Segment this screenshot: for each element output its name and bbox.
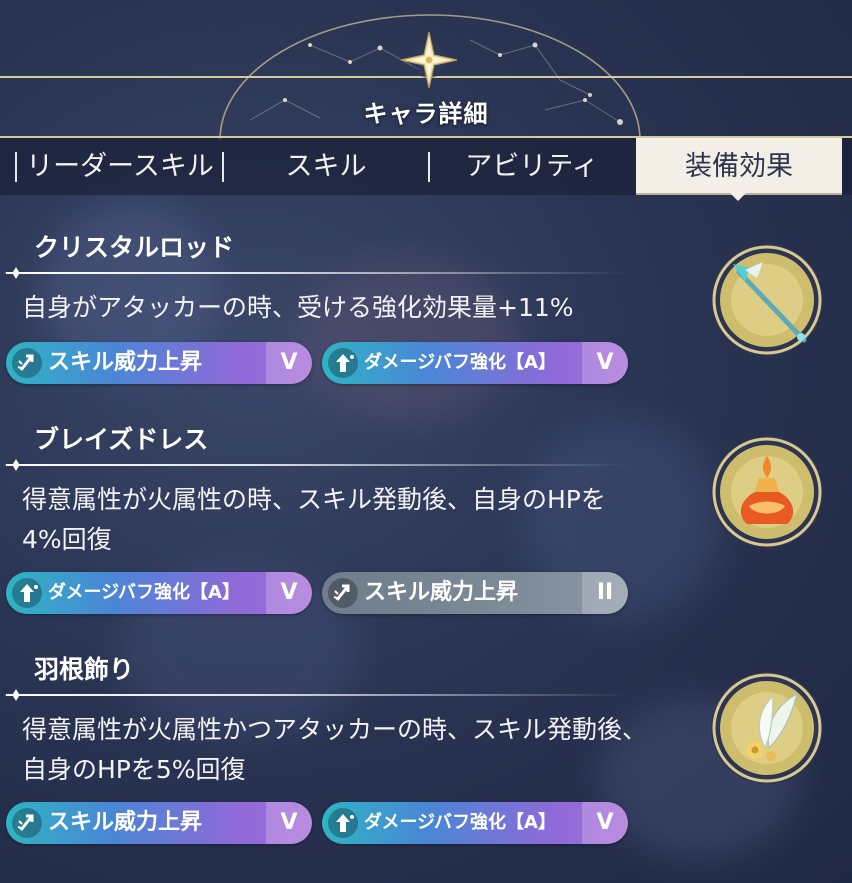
skill-power-icon xyxy=(12,348,42,378)
equipment-entry: クリスタルロッド 自身がアタッカーの時、受ける強化効果量+11% スキル威力上昇… xyxy=(0,228,852,388)
feather-ornament-icon[interactable] xyxy=(709,670,825,786)
tag-level: V xyxy=(266,802,312,844)
tag-chip-damage-buff[interactable]: ダメージバフ強化【A】 V xyxy=(6,572,312,614)
tab-bar: リーダースキル スキル アビリティ 装備効果 xyxy=(0,138,852,195)
equipment-description: 得意属性が火属性かつアタッカーの時、スキル発動後、 自身のHPを5%回復 xyxy=(22,715,648,784)
equipment-entry: 羽根飾り 得意属性が火属性かつアタッカーの時、スキル発動後、 自身のHPを5%回… xyxy=(0,650,852,850)
divider xyxy=(6,272,628,274)
tag-level: V xyxy=(266,572,312,614)
tag-chip-damage-buff[interactable]: ダメージバフ強化【A】 V xyxy=(322,342,628,384)
tag-label: ダメージバフ強化【A】 xyxy=(364,812,556,833)
damage-buff-icon xyxy=(328,348,358,378)
damage-buff-icon xyxy=(12,578,42,608)
tag-label: スキル威力上昇 xyxy=(48,810,203,835)
tab-equipment-effects[interactable]: 装備効果 xyxy=(636,138,842,195)
active-tab-pointer xyxy=(730,193,746,201)
tag-label: ダメージバフ強化【A】 xyxy=(364,352,556,373)
tag-chip-skill-power[interactable]: スキル威力上昇 II xyxy=(322,572,628,614)
tab-leader-skill[interactable]: リーダースキル xyxy=(18,138,222,195)
tag-level: V xyxy=(582,342,628,384)
crystal-rod-icon[interactable] xyxy=(709,242,825,358)
divider xyxy=(6,694,628,696)
tab-separator xyxy=(15,152,17,182)
skill-power-icon xyxy=(12,808,42,838)
tag-level: V xyxy=(582,802,628,844)
tag-label: ダメージバフ強化【A】 xyxy=(48,582,240,603)
tag-chip-damage-buff[interactable]: ダメージバフ強化【A】 V xyxy=(322,802,628,844)
equipment-name: 羽根飾り xyxy=(34,655,135,684)
tab-ability[interactable]: アビリティ xyxy=(430,138,634,195)
blaze-dress-icon[interactable] xyxy=(709,434,825,550)
tag-label: スキル威力上昇 xyxy=(48,350,203,375)
skill-power-icon xyxy=(328,578,358,608)
equipment-description: 得意属性が火属性の時、スキル発動後、自身のHPを 4%回復 xyxy=(22,485,606,554)
tag-level: V xyxy=(266,342,312,384)
equipment-name: クリスタルロッド xyxy=(34,233,235,262)
equipment-entry: ブレイズドレス 得意属性が火属性の時、スキル発動後、自身のHPを 4%回復 ダメ… xyxy=(0,420,852,620)
tag-chip-skill-power[interactable]: スキル威力上昇 V xyxy=(6,342,312,384)
equipment-description: 自身がアタッカーの時、受ける強化効果量+11% xyxy=(22,293,574,322)
equipment-name: ブレイズドレス xyxy=(34,425,209,454)
tab-skill[interactable]: スキル xyxy=(224,138,428,195)
compass-star-icon xyxy=(400,31,458,89)
page-title: キャラ詳細 xyxy=(363,100,489,128)
tag-chip-skill-power[interactable]: スキル威力上昇 V xyxy=(6,802,312,844)
damage-buff-icon xyxy=(328,808,358,838)
tag-label: スキル威力上昇 xyxy=(364,580,519,605)
divider xyxy=(6,464,628,466)
tag-level: II xyxy=(582,572,628,614)
